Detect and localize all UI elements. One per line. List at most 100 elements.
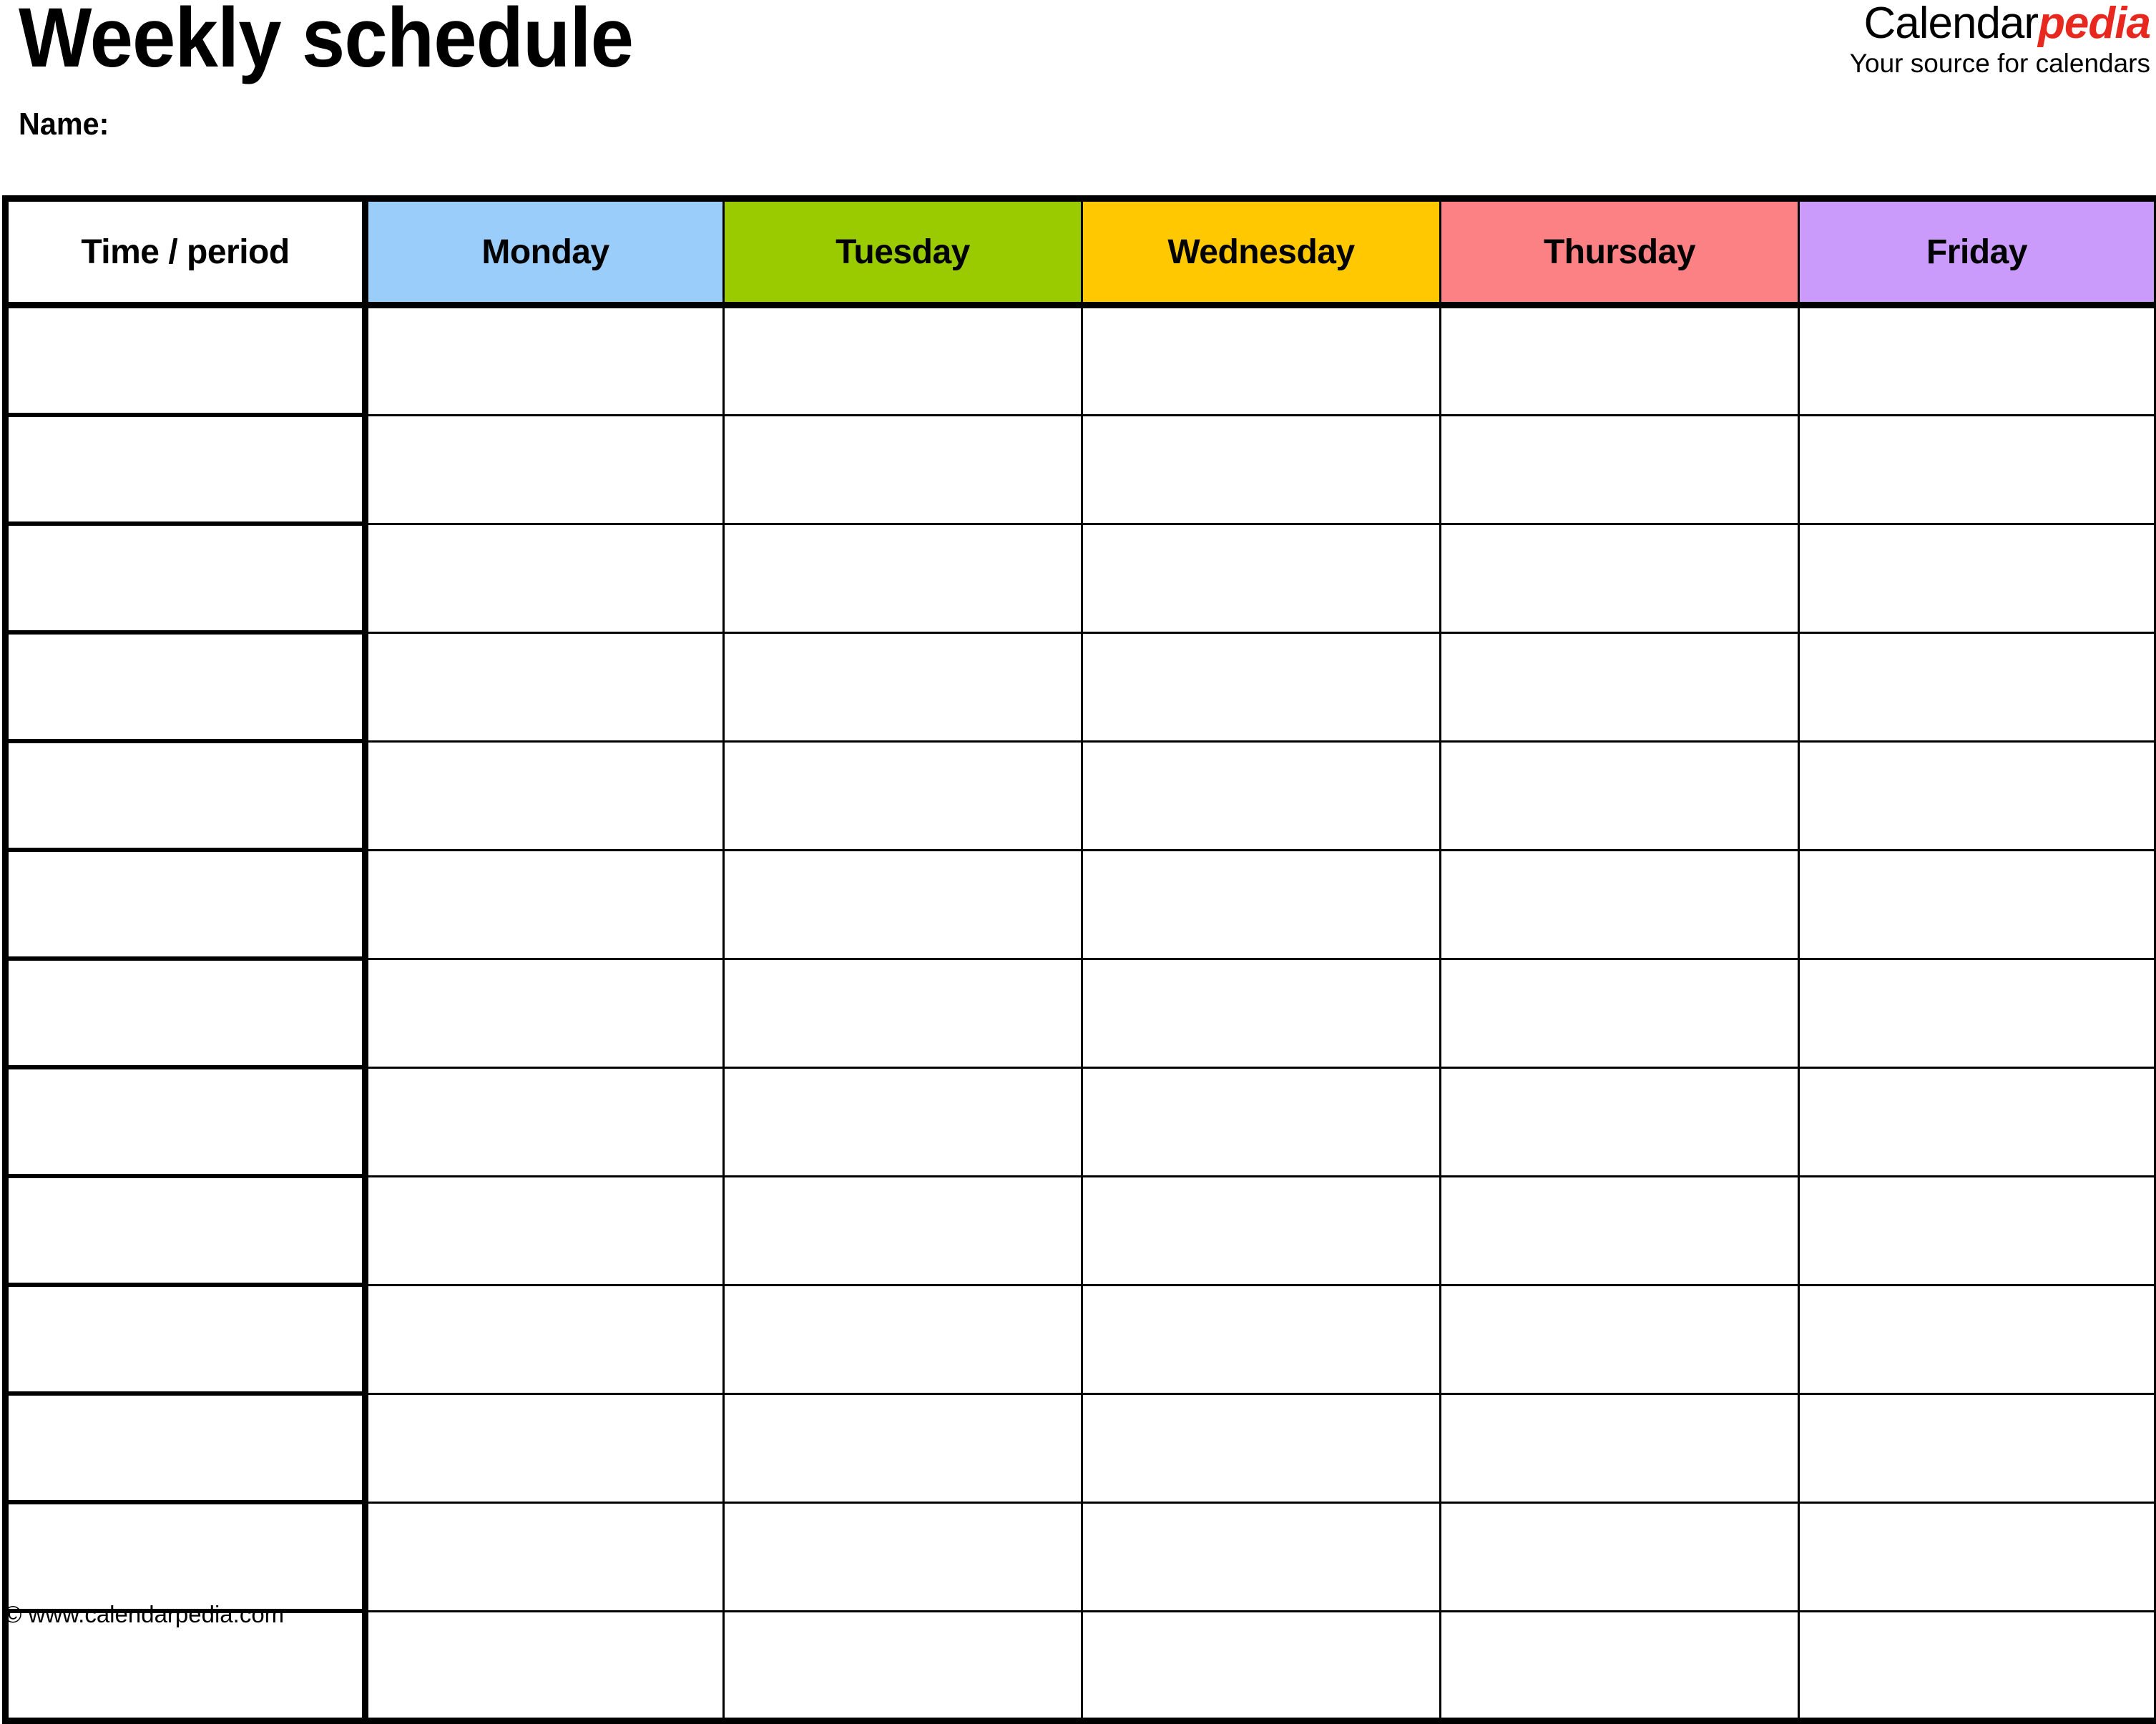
cell-wednesday[interactable] (1082, 741, 1441, 850)
cell-time-period[interactable] (6, 741, 366, 850)
cell-tuesday[interactable] (724, 1502, 1082, 1611)
cell-monday[interactable] (366, 632, 724, 741)
cell-wednesday[interactable] (1082, 1611, 1441, 1721)
cell-thursday[interactable] (1441, 741, 1799, 850)
cell-thursday[interactable] (1441, 959, 1799, 1067)
cell-wednesday[interactable] (1082, 1176, 1441, 1285)
cell-thursday[interactable] (1441, 850, 1799, 959)
cell-wednesday[interactable] (1082, 524, 1441, 632)
cell-monday[interactable] (366, 1502, 724, 1611)
table-row (6, 415, 2156, 524)
cell-thursday[interactable] (1441, 1502, 1799, 1611)
cell-tuesday[interactable] (724, 415, 1082, 524)
cell-thursday[interactable] (1441, 524, 1799, 632)
cell-wednesday[interactable] (1082, 415, 1441, 524)
cell-thursday[interactable] (1441, 415, 1799, 524)
brand-word-pedia: pedia (2038, 0, 2150, 48)
cell-wednesday[interactable] (1082, 632, 1441, 741)
cell-friday[interactable] (1799, 1176, 2156, 1285)
cell-thursday[interactable] (1441, 1611, 1799, 1721)
cell-tuesday[interactable] (724, 850, 1082, 959)
cell-tuesday[interactable] (724, 1285, 1082, 1394)
cell-time-period[interactable] (6, 305, 366, 416)
cell-wednesday[interactable] (1082, 1285, 1441, 1394)
cell-thursday[interactable] (1441, 1067, 1799, 1176)
cell-time-period[interactable] (6, 1176, 366, 1285)
schedule-table-container: Time / periodMondayTuesdayWednesdayThurs… (2, 195, 2154, 1724)
brand-tagline: Your source for calendars (1850, 50, 2150, 77)
table-header-row: Time / periodMondayTuesdayWednesdayThurs… (6, 199, 2156, 305)
cell-friday[interactable] (1799, 1611, 2156, 1721)
table-row (6, 305, 2156, 416)
cell-monday[interactable] (366, 524, 724, 632)
cell-tuesday[interactable] (724, 305, 1082, 416)
cell-thursday[interactable] (1441, 632, 1799, 741)
cell-tuesday[interactable] (724, 632, 1082, 741)
cell-time-period[interactable] (6, 1067, 366, 1176)
brand-wordmark: Calendarpedia (1850, 1, 2150, 46)
cell-wednesday[interactable] (1082, 1394, 1441, 1502)
cell-monday[interactable] (366, 1067, 724, 1176)
cell-friday[interactable] (1799, 632, 2156, 741)
cell-time-period[interactable] (6, 415, 366, 524)
column-header-thursday: Thursday (1441, 199, 1799, 305)
cell-thursday[interactable] (1441, 1394, 1799, 1502)
column-header-tuesday: Tuesday (724, 199, 1082, 305)
cell-friday[interactable] (1799, 850, 2156, 959)
table-row (6, 1285, 2156, 1394)
cell-tuesday[interactable] (724, 1394, 1082, 1502)
cell-time-period[interactable] (6, 524, 366, 632)
cell-monday[interactable] (366, 1176, 724, 1285)
cell-friday[interactable] (1799, 1285, 2156, 1394)
cell-monday[interactable] (366, 850, 724, 959)
cell-friday[interactable] (1799, 959, 2156, 1067)
brand-word-calendar: Calendar (1863, 0, 2038, 48)
cell-wednesday[interactable] (1082, 850, 1441, 959)
name-field-label: Name: (19, 109, 109, 140)
table-row (6, 1176, 2156, 1285)
cell-tuesday[interactable] (724, 1176, 1082, 1285)
table-row (6, 741, 2156, 850)
footer-copyright: © www.calendarpedia.com (4, 1601, 284, 1628)
cell-thursday[interactable] (1441, 1285, 1799, 1394)
column-header-wednesday: Wednesday (1082, 199, 1441, 305)
cell-monday[interactable] (366, 1285, 724, 1394)
cell-tuesday[interactable] (724, 959, 1082, 1067)
cell-friday[interactable] (1799, 305, 2156, 416)
cell-tuesday[interactable] (724, 741, 1082, 850)
cell-monday[interactable] (366, 415, 724, 524)
cell-monday[interactable] (366, 1394, 724, 1502)
cell-friday[interactable] (1799, 1394, 2156, 1502)
cell-time-period[interactable] (6, 632, 366, 741)
cell-tuesday[interactable] (724, 1611, 1082, 1721)
column-header-time-period: Time / period (6, 199, 366, 305)
cell-monday[interactable] (366, 741, 724, 850)
page-title: Weekly schedule (19, 0, 633, 80)
table-row (6, 850, 2156, 959)
cell-time-period[interactable] (6, 1285, 366, 1394)
cell-tuesday[interactable] (724, 1067, 1082, 1176)
cell-monday[interactable] (366, 305, 724, 416)
table-row (6, 632, 2156, 741)
table-row (6, 524, 2156, 632)
cell-thursday[interactable] (1441, 305, 1799, 416)
cell-friday[interactable] (1799, 741, 2156, 850)
cell-monday[interactable] (366, 959, 724, 1067)
cell-wednesday[interactable] (1082, 305, 1441, 416)
cell-time-period[interactable] (6, 1394, 366, 1502)
cell-time-period[interactable] (6, 959, 366, 1067)
cell-friday[interactable] (1799, 524, 2156, 632)
cell-wednesday[interactable] (1082, 959, 1441, 1067)
cell-friday[interactable] (1799, 1067, 2156, 1176)
cell-wednesday[interactable] (1082, 1067, 1441, 1176)
cell-thursday[interactable] (1441, 1176, 1799, 1285)
cell-wednesday[interactable] (1082, 1502, 1441, 1611)
cell-monday[interactable] (366, 1611, 724, 1721)
cell-friday[interactable] (1799, 1502, 2156, 1611)
cell-friday[interactable] (1799, 415, 2156, 524)
page-header: Weekly schedule Name: Calendarpedia Your… (0, 0, 2156, 195)
cell-time-period[interactable] (6, 850, 366, 959)
table-row (6, 1502, 2156, 1611)
cell-time-period[interactable] (6, 1502, 366, 1611)
cell-tuesday[interactable] (724, 524, 1082, 632)
